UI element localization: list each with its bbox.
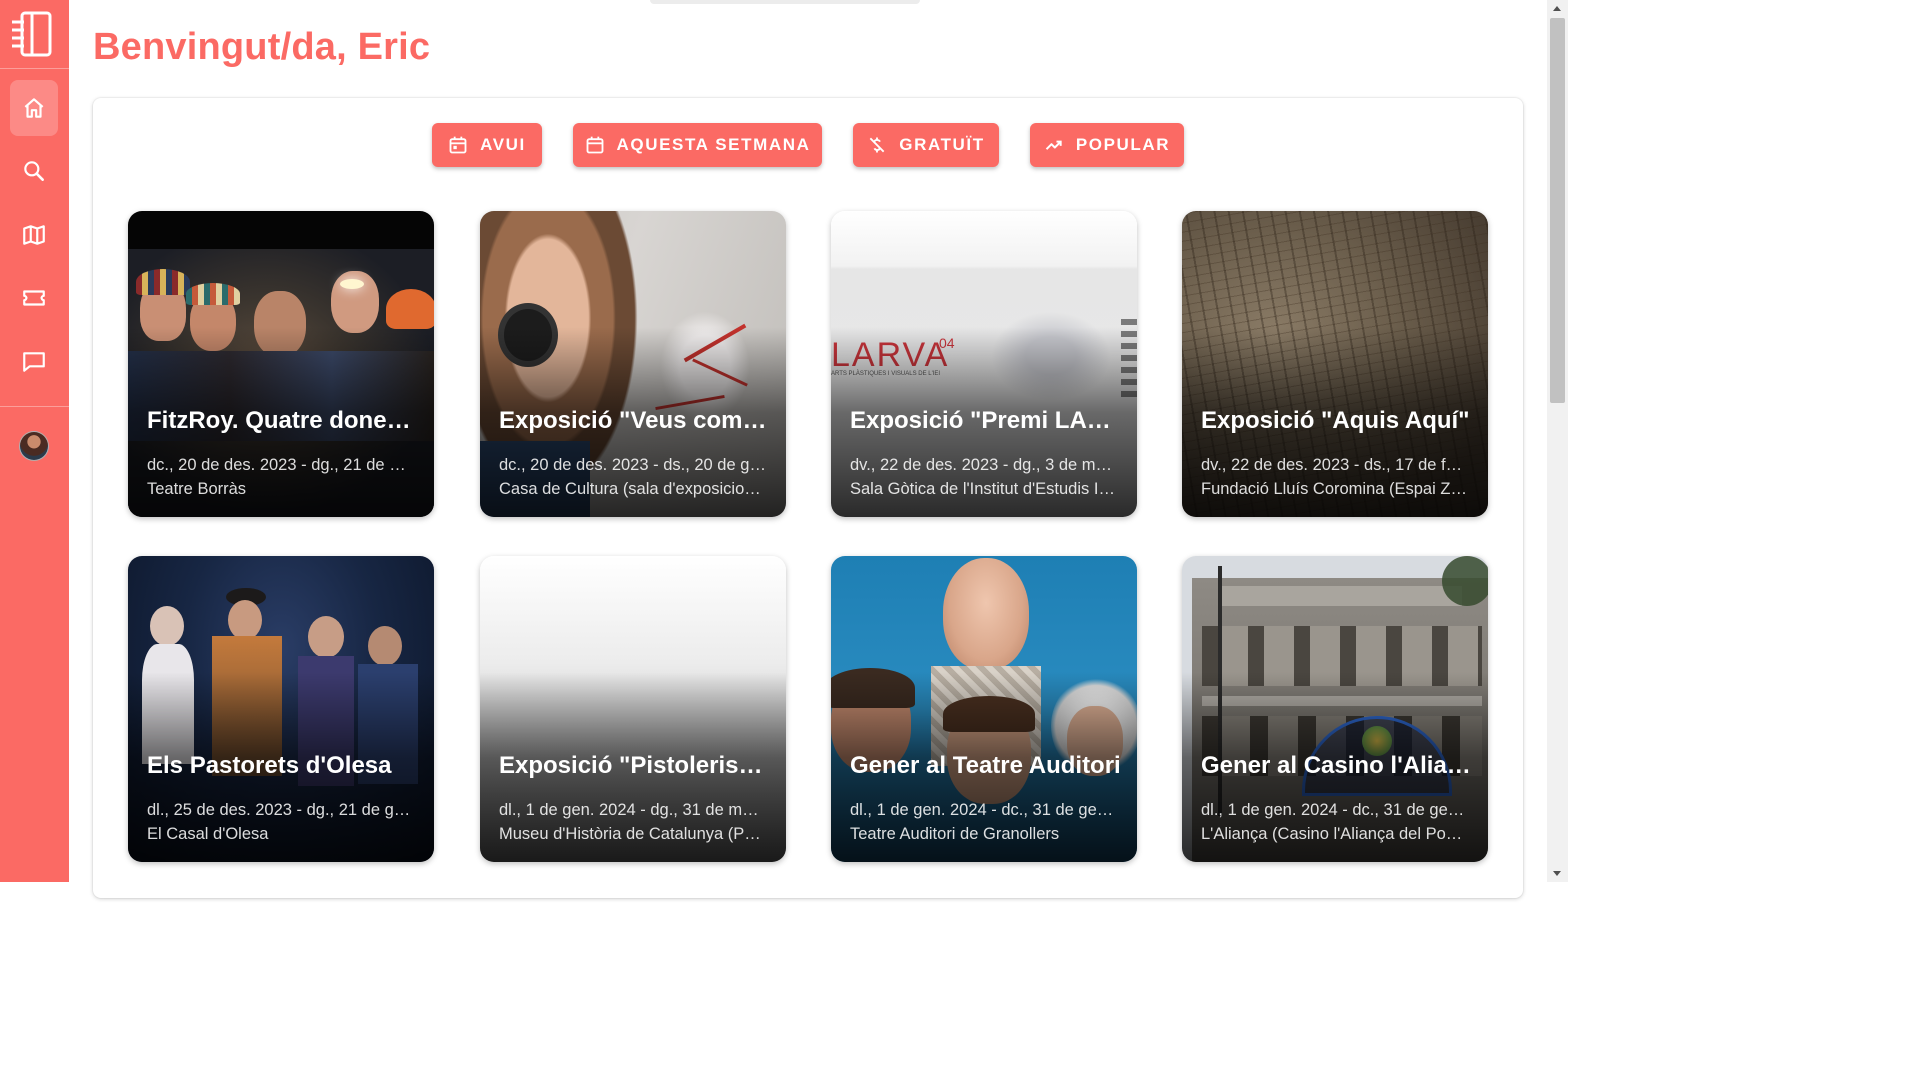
scroll-thumb[interactable] [1550,18,1565,403]
event-card[interactable]: Els Pastorets d'Olesa dl., 25 de des. 20… [128,556,434,862]
event-date: dl., 1 de gen. 2024 - dc., 31 de gen. 20… [1201,801,1468,819]
event-card[interactable]: FitzRoy. Quatre dones i una muntanya dc.… [128,211,434,517]
page-title: Benvingut/da, Eric [93,26,431,68]
scroll-down-icon[interactable] [1553,871,1561,876]
money-off-icon [869,137,885,153]
filter-today-button[interactable]: AVUI [432,123,542,167]
event-title: Exposició "Aquis Aquí" [1201,407,1470,434]
ticket-icon [23,290,45,306]
top-handle [650,0,920,4]
event-venue: L'Aliança (Casino l'Aliança del Poblenou… [1201,825,1468,843]
sidebar [0,0,69,882]
event-card[interactable]: Exposició "Veus compartides" dc., 20 de … [480,211,786,517]
map-icon [23,225,45,245]
event-card[interactable]: Gener al Casino l'Aliança dl., 1 de gen.… [1182,556,1488,862]
vertical-scrollbar[interactable] [1547,0,1568,882]
filter-label: AQUESTA SETMANA [616,135,811,154]
event-card[interactable]: Exposició "Aquis Aquí" dv., 22 de des. 2… [1182,211,1488,517]
event-title: Exposició "Pistolerisme" [499,752,772,779]
event-venue: Museu d'Història de Catalunya (Palau de … [499,825,766,843]
event-date: dl., 25 de des. 2023 - dg., 21 de gen. 2… [147,801,414,819]
event-date: dl., 1 de gen. 2024 - dg., 31 de març 20… [499,801,766,819]
event-title: Exposició "Veus compartides" [499,407,772,434]
event-date: dc., 20 de des. 2023 - ds., 20 de gen. 2… [499,456,766,474]
filter-popular-button[interactable]: POPULAR [1030,123,1184,167]
event-date: dv., 22 de des. 2023 - ds., 17 de febr. … [1201,456,1468,474]
event-card[interactable]: Exposició "Pistolerisme" dl., 1 de gen. … [480,556,786,862]
event-venue: El Casal d'Olesa [147,825,269,843]
sidebar-divider [0,68,69,69]
event-venue: Sala Gòtica de l'Institut d'Estudis Iler… [850,480,1117,498]
event-title: Exposició "Premi LARVA 04" [850,407,1123,434]
sidebar-item-home[interactable] [10,80,58,136]
search-icon [24,161,44,181]
calendar-icon [586,136,603,154]
event-venue: Casa de Cultura (sala d'exposicions) [499,480,766,498]
event-date: dv., 22 de des. 2023 - dg., 3 de març 20… [850,456,1117,474]
event-card[interactable]: Gener al Teatre Auditori dl., 1 de gen. … [831,556,1137,862]
sidebar-item-tickets[interactable] [10,270,58,326]
chat-icon [23,352,45,372]
event-venue: Teatre Borràs [147,480,247,498]
filter-label: AVUI [480,135,526,154]
event-title: Gener al Casino l'Aliança [1201,752,1474,779]
event-date: dl., 1 de gen. 2024 - dc., 31 de gen. 20… [850,801,1117,819]
event-title: Gener al Teatre Auditori [850,752,1121,779]
home-icon [24,98,44,118]
sidebar-item-messages[interactable] [10,334,58,390]
filter-free-button[interactable]: GRATUÏT [853,123,999,167]
sidebar-divider [0,406,69,407]
scroll-up-icon[interactable] [1553,6,1561,11]
filter-label: POPULAR [1075,135,1171,154]
trending-up-icon [1045,140,1062,150]
calendar-icon [449,136,467,154]
sidebar-item-map[interactable] [10,207,58,263]
event-date: dc., 20 de des. 2023 - dg., 21 de gen. 2… [147,456,414,474]
event-venue: Fundació Lluís Coromina (Espai ZERO1) [1201,480,1468,498]
event-venue: Teatre Auditori de Granollers [850,825,1060,843]
sidebar-item-search[interactable] [10,143,58,199]
event-title: Els Pastorets d'Olesa [147,752,392,779]
event-card[interactable]: LARVA 04 ARTS PLÀSTIQUES I VISUALS DE L'… [831,211,1137,517]
filter-this-week-button[interactable]: AQUESTA SETMANA [573,123,822,167]
filter-label: GRATUÏT [899,135,985,154]
avatar[interactable] [19,431,49,461]
event-title: FitzRoy. Quatre dones i una muntanya [147,407,420,434]
logo-icon[interactable] [10,10,54,58]
